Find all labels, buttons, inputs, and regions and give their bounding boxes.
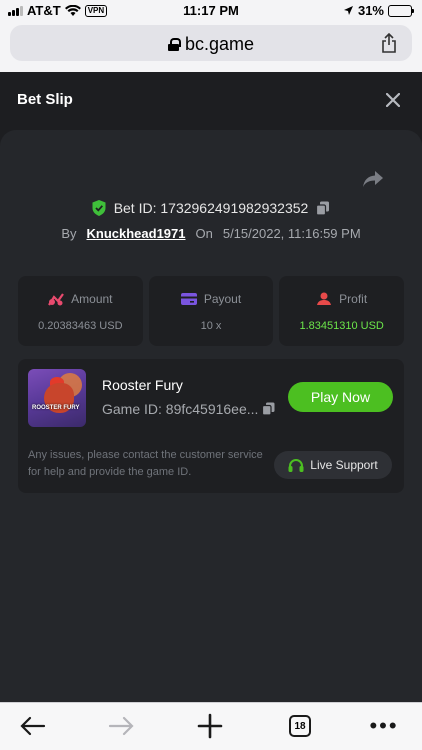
battery-percent: 31% — [357, 3, 384, 18]
bet-slip-modal: Bet Slip Bet ID: 1732962491982932352 By … — [0, 72, 422, 702]
share-arrow-icon[interactable] — [362, 170, 384, 188]
copy-game-id-icon[interactable] — [262, 402, 275, 416]
username-link[interactable]: Knuckhead1971 — [87, 226, 186, 241]
battery-icon — [388, 4, 414, 17]
stat-amount: Amount 0.20383463 USD — [18, 276, 143, 346]
location-icon — [343, 6, 353, 15]
headset-icon — [288, 458, 304, 472]
bet-id: Bet ID: 1732962491982932352 — [113, 200, 309, 216]
live-support-label: Live Support — [310, 458, 378, 472]
tabs-count: 18 — [289, 715, 311, 737]
stat-amount-value: 0.20383463 USD — [38, 320, 123, 332]
share-icon[interactable] — [380, 33, 398, 53]
close-icon[interactable] — [386, 93, 400, 107]
game-id: Game ID: 89fc45916ee... — [102, 401, 259, 417]
url-display[interactable]: bc.game — [10, 34, 412, 55]
stat-payout: Payout 10 x — [148, 276, 274, 346]
status-right: 31% — [343, 3, 414, 18]
game-thumbnail[interactable]: ROOSTER FURY — [28, 369, 86, 427]
more-button[interactable]: ••• — [366, 713, 402, 739]
game-name: Rooster Fury — [102, 377, 183, 393]
url-text: bc.game — [184, 34, 255, 54]
by-label: By — [61, 226, 77, 241]
stats-row: Amount 0.20383463 USD Payout 10 x Profit… — [18, 276, 405, 346]
live-support-button[interactable]: Live Support — [274, 451, 392, 479]
copy-icon[interactable] — [316, 201, 330, 216]
play-now-button[interactable]: Play Now — [288, 382, 393, 412]
stat-profit: Profit 1.83451310 USD — [279, 276, 405, 346]
tabs-button[interactable]: 18 — [285, 713, 315, 739]
bet-card: Bet ID: 1732962491982932352 By Knuckhead… — [0, 130, 422, 702]
more-dots-icon: ••• — [369, 713, 399, 738]
stat-payout-head: Payout — [149, 292, 274, 306]
shield-check-icon — [92, 200, 106, 216]
address-bar[interactable]: bc.game — [10, 25, 412, 61]
thumb-logo-text: ROOSTER FURY — [32, 405, 80, 411]
status-bar: AT&T VPN 11:17 PM 31% — [0, 0, 422, 22]
stat-profit-label: Profit — [339, 292, 368, 306]
payout-icon — [180, 293, 197, 305]
back-button[interactable] — [18, 713, 48, 739]
amount-icon — [48, 292, 65, 306]
modal-title: Bet Slip — [17, 91, 73, 108]
forward-button[interactable] — [106, 713, 136, 739]
stat-profit-value: 1.83451310 USD — [299, 320, 384, 332]
forward-arrow-icon — [108, 716, 134, 736]
bet-date: 5/15/2022, 11:16:59 PM — [222, 226, 361, 241]
browser-url-area: bc.game — [0, 22, 422, 72]
stat-amount-head: Amount — [18, 292, 143, 306]
stat-amount-label: Amount — [71, 292, 113, 306]
game-id-row: Game ID: 89fc45916ee... — [102, 401, 275, 417]
stat-profit-head: Profit — [279, 292, 404, 306]
browser-toolbar: 18 ••• — [0, 702, 422, 750]
help-text: Any issues, please contact the customer … — [28, 449, 263, 478]
bet-id-row: Bet ID: 1732962491982932352 — [0, 200, 422, 216]
back-arrow-icon — [20, 716, 46, 736]
bet-meta-row: By Knuckhead1971 On 5/15/2022, 11:16:59 … — [0, 226, 422, 241]
stat-payout-label: Payout — [203, 292, 242, 306]
stat-payout-value: 10 x — [200, 320, 222, 332]
profit-icon — [317, 292, 332, 305]
plus-icon — [197, 713, 223, 739]
lock-icon — [167, 38, 181, 51]
game-box: ROOSTER FURY Rooster Fury Game ID: 89fc4… — [18, 359, 404, 493]
new-tab-button[interactable] — [195, 713, 225, 739]
on-label: On — [195, 226, 213, 241]
